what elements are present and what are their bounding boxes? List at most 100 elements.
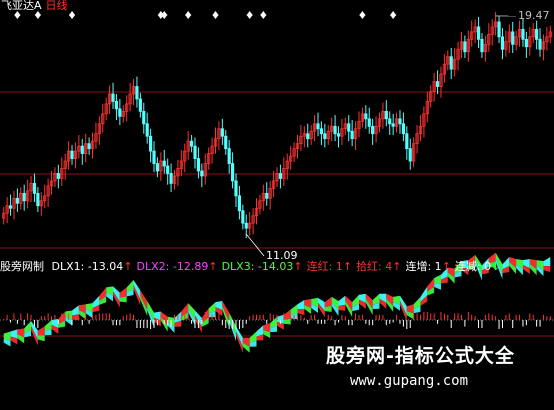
watermark-title: 股旁网-指标公式大全 <box>326 346 515 366</box>
candle-body <box>464 42 466 52</box>
candle-body <box>9 206 11 208</box>
indicator-item: DLX3: -14.03↑ <box>222 260 303 273</box>
candle-body <box>498 22 500 37</box>
candle-body <box>221 129 223 136</box>
price-label-leaders <box>246 16 516 256</box>
ribbon-segment <box>434 275 441 284</box>
indicator-item-value: -14.03 <box>254 260 293 273</box>
candle-body <box>146 124 148 136</box>
candle-body <box>450 57 452 69</box>
indicator-item-label: DLX1: <box>52 260 85 273</box>
candle-body <box>436 82 438 87</box>
candle-body <box>153 151 155 163</box>
candle-body <box>16 198 18 203</box>
candle-body <box>201 171 203 176</box>
candle-body <box>501 37 503 49</box>
watermark-url: www.gupang.com <box>350 373 468 389</box>
candle-body <box>231 164 233 181</box>
candle-body <box>409 149 411 161</box>
candle-body <box>81 146 83 153</box>
candlestick-series <box>3 12 552 238</box>
candle-body <box>385 111 387 118</box>
indicator-item: 连红: 1↑ <box>307 260 352 273</box>
candle-body <box>406 134 408 149</box>
indicator-item: 拾红: 4↑ <box>356 260 401 273</box>
ribbon-segment <box>338 296 345 306</box>
indicator-name: 股旁网制 <box>0 260 44 273</box>
candle-body <box>477 27 479 39</box>
up-arrow-icon: ↑ <box>392 260 401 273</box>
ribbon-segment <box>325 297 332 307</box>
candle-body <box>266 193 268 198</box>
candle-body <box>197 159 199 171</box>
indicator-item-label: 连减: <box>455 260 481 273</box>
candle-body <box>57 173 59 178</box>
high-price-label: 19.47 <box>518 10 550 22</box>
indicator-item-label: DLX2: <box>137 260 170 273</box>
candle-body <box>525 39 527 46</box>
candle-body <box>324 134 326 139</box>
indicator-item-value: 0 <box>481 260 492 273</box>
candle-body <box>119 109 121 116</box>
up-arrow-icon: ↑ <box>293 260 302 273</box>
candle-body <box>368 119 370 126</box>
indicator-item-value: -13.04 <box>84 260 123 273</box>
candle-body <box>348 124 350 131</box>
ribbon-segment <box>297 300 304 309</box>
candle-body <box>235 181 237 196</box>
candle-body <box>115 101 117 108</box>
candle-body <box>238 196 240 211</box>
candle-body <box>535 29 537 39</box>
candle-body <box>149 136 151 151</box>
candle-body <box>399 119 401 124</box>
candle-body <box>365 114 367 119</box>
grid-lines <box>0 92 554 336</box>
candle-body <box>33 183 35 193</box>
candle-body <box>37 193 39 205</box>
ribbon-segment <box>72 305 79 315</box>
indicator-item: DLX1: -13.04↑ <box>52 260 133 273</box>
up-arrow-icon: ↑ <box>343 260 352 273</box>
period-label: 日线 <box>46 0 68 12</box>
indicator-item-value: -12.89 <box>169 260 208 273</box>
candle-body <box>307 134 309 139</box>
up-arrow-icon: ↑ <box>123 260 132 273</box>
candle-body <box>156 164 158 171</box>
indicator-item-label: 连增: <box>405 260 431 273</box>
candle-body <box>245 223 247 228</box>
ribbon-segment <box>38 335 45 341</box>
candle-body <box>190 141 192 146</box>
candle-body <box>371 126 373 133</box>
candle-body <box>539 39 541 49</box>
indicator-item: 连减: 0↓ <box>455 260 500 273</box>
chart-title: 飞亚达A 日线 <box>1 0 68 12</box>
chart-stage: 飞亚达A日线 19.47 11.09 股旁网制 DLX1: -13.04↑DLX… <box>0 0 554 406</box>
candle-body <box>512 32 514 44</box>
candle-body <box>242 211 244 223</box>
candle-body <box>337 134 339 136</box>
low-leader-line <box>246 234 264 256</box>
candle-body <box>334 126 336 133</box>
ribbon-segment <box>291 304 298 314</box>
candle-body <box>225 136 227 148</box>
candle-body <box>71 151 73 158</box>
candle-body <box>392 124 394 126</box>
candle-body <box>402 124 404 134</box>
candle-body <box>23 193 25 200</box>
candle-body <box>136 87 138 99</box>
signal-markers <box>14 11 396 19</box>
candle-body <box>166 166 168 173</box>
indicator-item-value: 1 <box>332 260 343 273</box>
stock-name: 飞亚达A <box>1 0 42 12</box>
candle-body <box>317 124 319 129</box>
indicator-item-label: DLX3: <box>222 260 255 273</box>
candle-body <box>228 149 230 164</box>
ribbon-segment <box>38 326 45 335</box>
candle-body <box>88 144 90 149</box>
candle-body <box>320 129 322 134</box>
ribbon-segment <box>297 309 304 315</box>
ribbon-segment <box>120 287 127 297</box>
candle-body <box>194 146 196 158</box>
ribbon-segment <box>543 266 550 272</box>
candle-body <box>351 131 353 138</box>
